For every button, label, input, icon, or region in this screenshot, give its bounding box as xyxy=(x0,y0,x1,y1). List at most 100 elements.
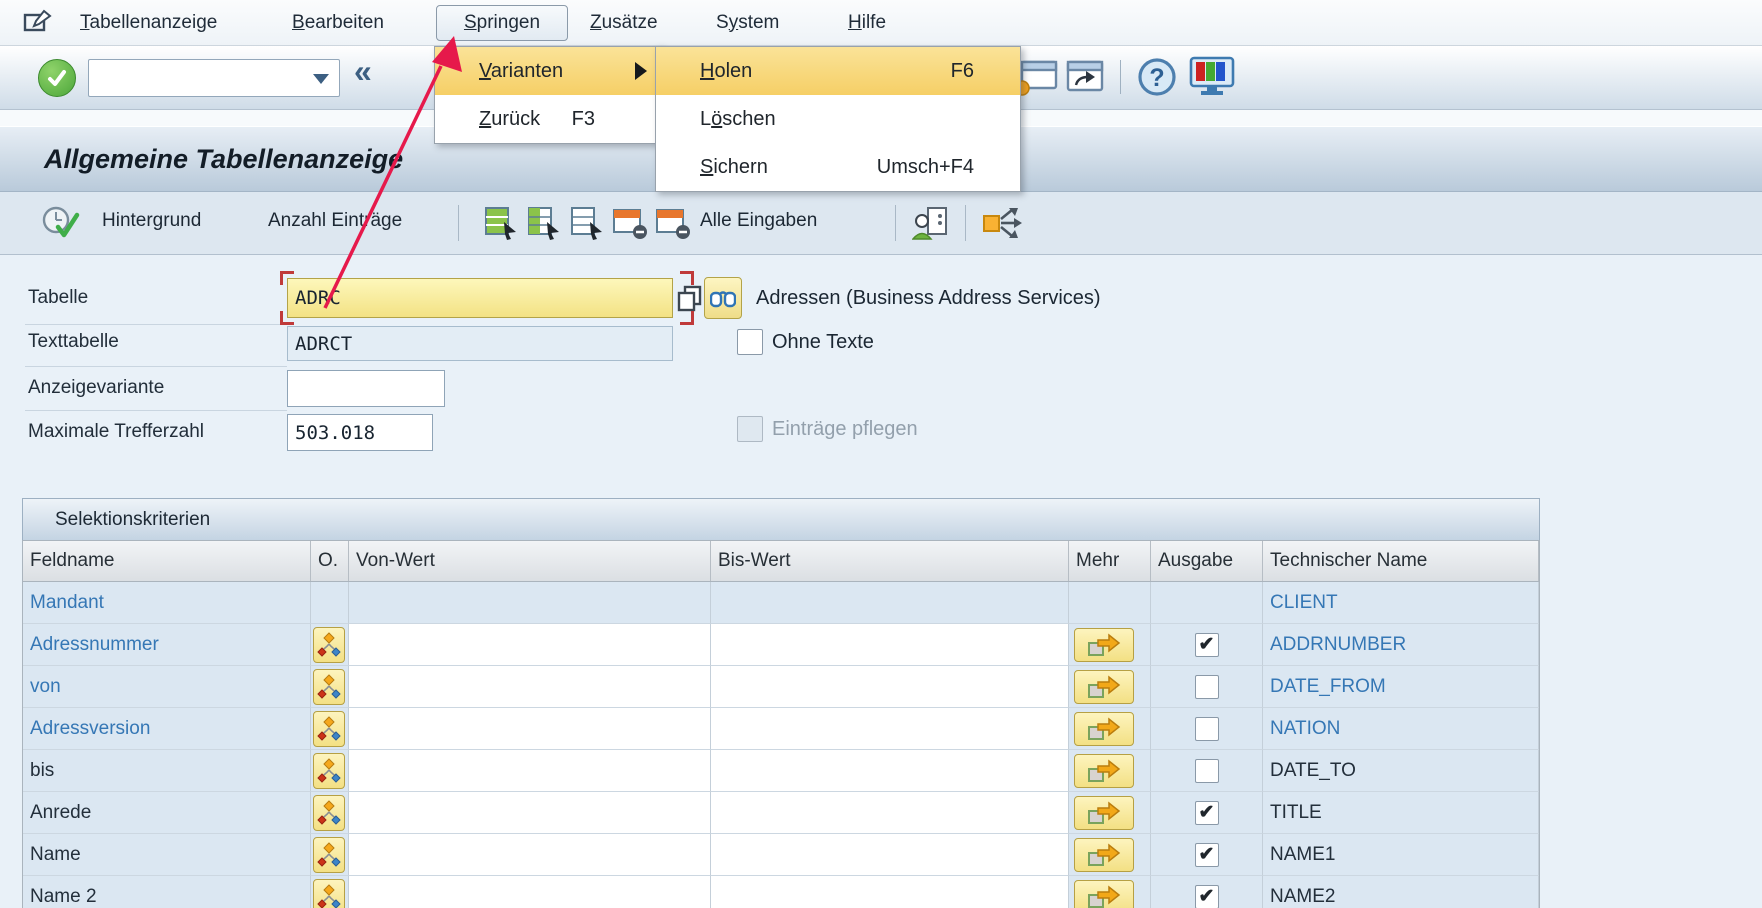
control-menu-icon[interactable] xyxy=(22,9,54,42)
von-wert-input[interactable] xyxy=(349,750,711,792)
field-name[interactable]: bis xyxy=(23,760,54,782)
bis-wert-input[interactable] xyxy=(711,708,1069,750)
menu-item-holen[interactable]: Holen F6 xyxy=(656,47,1020,95)
field-name[interactable]: Adressnummer xyxy=(23,634,159,656)
menu-springen[interactable]: Springen xyxy=(436,5,568,41)
multiple-selection-button[interactable] xyxy=(1074,628,1134,662)
create-shortcut-icon[interactable] xyxy=(1066,60,1106,101)
technical-name: NAME2 xyxy=(1263,886,1335,908)
multiple-selection-button[interactable] xyxy=(1074,796,1134,830)
option-select-button[interactable] xyxy=(313,795,345,831)
ausgabe-checkbox[interactable] xyxy=(1195,759,1219,783)
column-header[interactable]: Von-Wert xyxy=(349,541,711,581)
customize-layout-icon[interactable] xyxy=(1188,56,1236,103)
bis-wert-input[interactable] xyxy=(711,666,1069,708)
column-header[interactable]: Ausgabe xyxy=(1151,541,1263,581)
menu-item-zurueck[interactable]: Zurück F3 xyxy=(435,95,661,143)
column-header[interactable]: Feldname xyxy=(23,541,311,581)
collapse-toolbar-icon[interactable]: « xyxy=(354,53,372,90)
execute-icon[interactable] xyxy=(42,205,80,246)
column-header[interactable]: Bis-Wert xyxy=(711,541,1069,581)
anzeigevariante-input[interactable] xyxy=(287,370,445,407)
multiple-selection-button[interactable] xyxy=(1074,754,1134,788)
enter-button[interactable] xyxy=(38,59,76,97)
option-select-button[interactable] xyxy=(313,711,345,747)
menu-item-loeschen[interactable]: Löschen xyxy=(656,95,1020,143)
field-name[interactable]: Anrede xyxy=(23,802,91,824)
ausgabe-checkbox[interactable]: ✔ xyxy=(1195,801,1219,825)
option-select-button[interactable] xyxy=(313,627,345,663)
option-select-button[interactable] xyxy=(313,837,345,873)
menu-bar: Tabellenanzeige Bearbeiten Springen Zusä… xyxy=(0,0,1762,46)
von-wert-input[interactable] xyxy=(349,624,711,666)
menu-item-varianten[interactable]: Varianten xyxy=(435,47,661,95)
select-fields-icon[interactable] xyxy=(484,206,520,245)
deselect-fields-icon[interactable] xyxy=(570,206,606,245)
varianten-submenu: Holen F6 Löschen Sichern Umsch+F4 xyxy=(655,46,1021,192)
von-wert-input[interactable] xyxy=(349,834,711,876)
table-row: Adressnummer✔ADDRNUMBER xyxy=(22,624,1540,666)
max-trefferzahl-input[interactable]: 503.018 xyxy=(287,414,433,451)
menu-tabellenanzeige[interactable]: Tabellenanzeige xyxy=(80,12,217,34)
ausgabe-checkbox[interactable]: ✔ xyxy=(1195,843,1219,867)
bis-wert-input[interactable] xyxy=(711,876,1069,908)
alle-eingaben-button[interactable]: Alle Eingaben xyxy=(700,210,817,232)
svg-text:?: ? xyxy=(1149,64,1164,92)
field-name[interactable]: von xyxy=(23,676,61,698)
menu-hilfe[interactable]: Hilfe xyxy=(848,12,886,34)
bis-wert-input[interactable] xyxy=(711,624,1069,666)
technical-name: DATE_FROM xyxy=(1263,676,1386,698)
select-partial-icon[interactable] xyxy=(527,206,563,245)
command-dropdown-icon[interactable] xyxy=(313,74,329,84)
table-description: Adressen (Business Address Services) xyxy=(756,287,1101,310)
menu-item-sichern[interactable]: Sichern Umsch+F4 xyxy=(656,143,1020,191)
menu-bearbeiten[interactable]: Bearbeiten xyxy=(292,12,384,34)
help-icon[interactable]: ? xyxy=(1136,56,1178,103)
command-input[interactable] xyxy=(88,59,340,97)
von-wert-input[interactable] xyxy=(349,708,711,750)
search-help-button[interactable] xyxy=(704,277,742,319)
tabelle-input[interactable]: ADRC xyxy=(287,278,673,318)
von-wert-input[interactable] xyxy=(349,792,711,834)
field-name[interactable]: Name 2 xyxy=(23,886,97,908)
menu-system[interactable]: System xyxy=(716,12,779,34)
ausgabe-checkbox[interactable] xyxy=(1195,717,1219,741)
option-select-button[interactable] xyxy=(313,879,345,908)
page-title: Allgemeine Tabellenanzeige xyxy=(44,144,403,175)
von-wert-input[interactable] xyxy=(349,876,711,908)
tabelle-label: Tabelle xyxy=(28,287,88,309)
column-header[interactable]: O. xyxy=(311,541,349,581)
ausgabe-checkbox[interactable] xyxy=(1195,675,1219,699)
field-name[interactable]: Mandant xyxy=(23,592,104,614)
distribute-icon[interactable] xyxy=(982,206,1024,245)
menu-zusaetze[interactable]: Zusätze xyxy=(590,12,658,34)
field-name[interactable]: Adressversion xyxy=(23,718,150,740)
multiple-selection-button[interactable] xyxy=(1074,712,1134,746)
multiple-selection-button[interactable] xyxy=(1074,838,1134,872)
column-header[interactable]: Technischer Name xyxy=(1263,541,1539,581)
delete-all-rows-icon[interactable] xyxy=(655,206,691,245)
binoculars-icon xyxy=(710,287,736,309)
von-wert-input[interactable] xyxy=(349,666,711,708)
divider xyxy=(25,324,287,325)
ausgabe-checkbox[interactable]: ✔ xyxy=(1195,885,1219,908)
multiple-selection-button[interactable] xyxy=(1074,670,1134,704)
anzahl-eintraege-button[interactable]: Anzahl Einträge xyxy=(268,210,402,232)
hintergrund-button[interactable]: Hintergrund xyxy=(102,210,201,232)
user-parameters-icon[interactable] xyxy=(912,206,950,247)
option-select-button[interactable] xyxy=(313,669,345,705)
springen-dropdown-menu: Varianten Zurück F3 xyxy=(434,46,662,144)
field-name[interactable]: Name xyxy=(23,844,81,866)
ausgabe-checkbox[interactable]: ✔ xyxy=(1195,633,1219,657)
option-select-button[interactable] xyxy=(313,753,345,789)
bis-wert-input[interactable] xyxy=(711,834,1069,876)
delete-row-icon[interactable] xyxy=(612,206,648,245)
texttabelle-input[interactable]: ADRCT xyxy=(287,326,673,361)
bis-wert-input[interactable] xyxy=(711,750,1069,792)
column-header[interactable]: Mehr xyxy=(1069,541,1151,581)
bis-wert-input xyxy=(711,582,1069,624)
multiple-selection-button[interactable] xyxy=(1074,880,1134,908)
bis-wert-input[interactable] xyxy=(711,792,1069,834)
ohne-texte-checkbox[interactable] xyxy=(737,329,763,355)
technical-name: TITLE xyxy=(1263,802,1322,824)
